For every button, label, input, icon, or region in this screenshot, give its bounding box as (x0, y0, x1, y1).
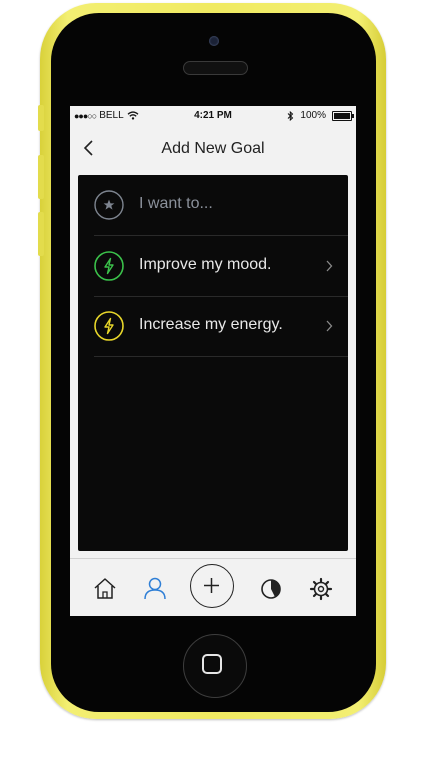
tab-bar (70, 558, 356, 616)
star-icon (94, 190, 124, 220)
tab-stats[interactable] (254, 569, 288, 607)
goal-item-label: Improve my mood. (139, 256, 272, 273)
goal-list-panel: I want to... Improve my mood. Increase m… (78, 175, 348, 551)
home-button-icon (202, 654, 222, 674)
battery-percent: 100% (300, 110, 326, 121)
goal-prompt-row: I want to... (94, 175, 348, 236)
add-goal-button[interactable] (190, 564, 234, 608)
tab-settings[interactable] (304, 569, 338, 607)
volume-down-button (38, 212, 44, 256)
mute-switch (38, 105, 44, 131)
bluetooth-icon (288, 110, 294, 121)
goal-prompt-label: I want to... (139, 195, 213, 212)
page-title: Add New Goal (161, 140, 265, 157)
goal-item-label: Increase my energy. (139, 316, 283, 333)
gear-icon (309, 577, 333, 601)
goal-item-improve-mood[interactable]: Improve my mood. (94, 236, 348, 297)
volume-up-button (38, 155, 44, 199)
chevron-right-icon (326, 260, 333, 272)
front-camera (209, 36, 219, 46)
add-icon (204, 578, 219, 593)
tab-home[interactable] (88, 569, 122, 607)
goal-item-increase-energy[interactable]: Increase my energy. (94, 296, 348, 357)
battery-icon (332, 110, 354, 121)
lightning-icon (94, 251, 124, 281)
earpiece-speaker (183, 61, 248, 75)
pie-chart-icon (261, 579, 281, 599)
chevron-right-icon (326, 320, 333, 332)
home-icon (94, 578, 116, 599)
navigation-bar: Add New Goal (70, 126, 356, 170)
user-icon (144, 577, 166, 600)
lightning-icon (94, 311, 124, 341)
tab-profile[interactable] (138, 569, 172, 607)
status-bar: ●●●○○ BELL 4:21 PM 100% (70, 106, 356, 126)
app-screen: ●●●○○ BELL 4:21 PM 100% Add New Goal I w… (70, 106, 356, 616)
